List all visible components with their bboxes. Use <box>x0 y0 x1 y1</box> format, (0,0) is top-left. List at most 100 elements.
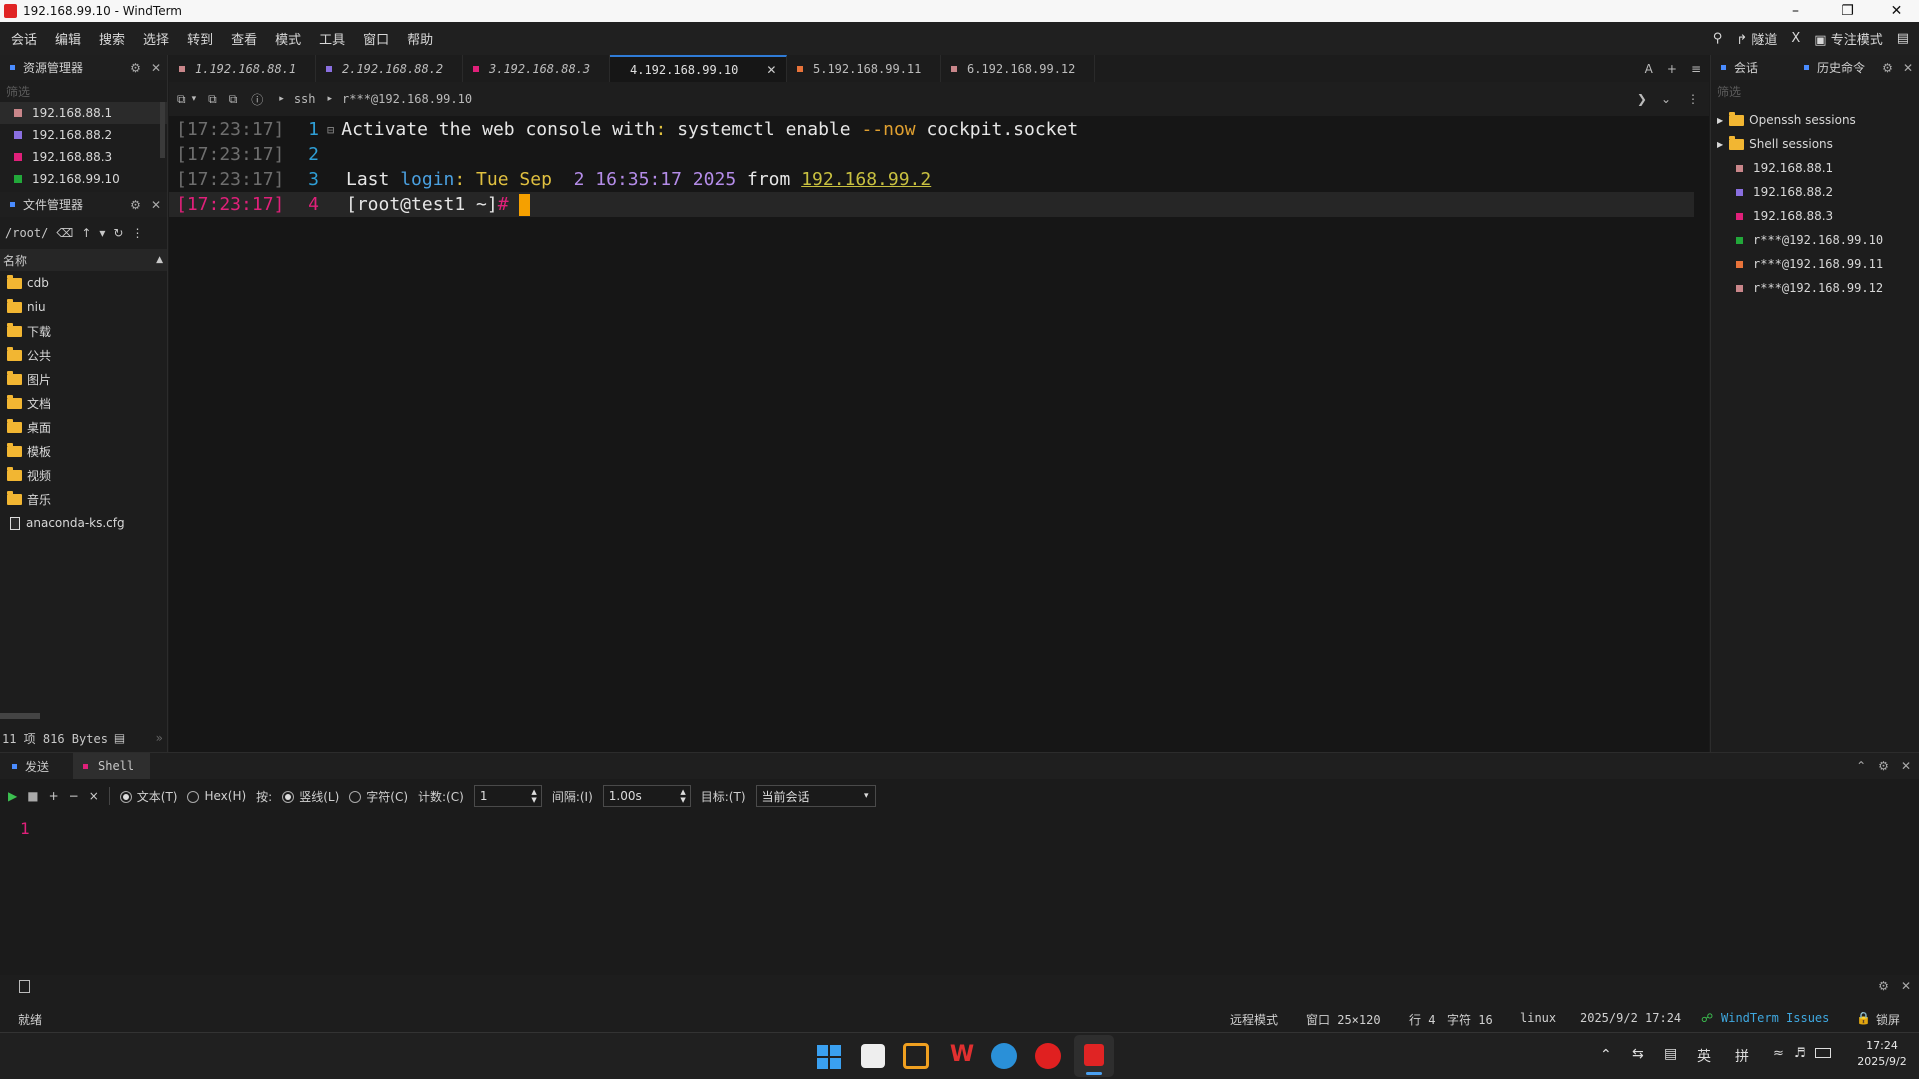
column-header-name[interactable]: 名称 ▲ <box>0 249 167 271</box>
tree-session-item[interactable]: 192.168.88.2 <box>1711 180 1919 204</box>
windterm-taskbar-button[interactable] <box>1074 1035 1114 1077</box>
more-icon[interactable]: ⋮ <box>131 226 143 240</box>
terminal-sync-icon[interactable]: ▤ <box>114 731 125 745</box>
refresh-icon[interactable]: ↻ <box>113 226 123 240</box>
transfer-icon[interactable]: ⇆ <box>1632 1046 1644 1062</box>
windterm-issues-link[interactable]: WindTerm Issues <box>1721 1011 1829 1025</box>
tree-session-item[interactable]: r***@192.168.99.10 <box>1711 228 1919 252</box>
close-icon[interactable]: ✕ <box>1901 759 1911 773</box>
ip-link[interactable]: 192.168.99.2 <box>801 169 931 190</box>
path-input[interactable]: /root/ <box>5 226 48 240</box>
netease-music-icon[interactable] <box>1035 1043 1061 1069</box>
tab-list-button[interactable]: ≡ <box>1691 62 1701 76</box>
radio-hex[interactable]: Hex(H) <box>187 789 246 803</box>
remove-icon[interactable]: − <box>69 789 79 803</box>
chevron-up-icon[interactable]: ⌃ <box>1600 1047 1612 1063</box>
tree-session-item[interactable]: 192.168.88.1 <box>1711 156 1919 180</box>
chevron-down-icon[interactable]: ▾ <box>192 94 197 104</box>
volume-icon[interactable]: ♬ <box>1794 1046 1806 1061</box>
windows-start-icon[interactable] <box>817 1045 841 1069</box>
file-list-item[interactable]: 桌面 <box>0 415 167 439</box>
tab-font-button[interactable]: A <box>1645 62 1653 76</box>
tree-session-item[interactable]: 192.168.88.3 <box>1711 204 1919 228</box>
explorer-session-item[interactable]: 192.168.88.3 <box>0 146 167 168</box>
lock-screen-button[interactable]: 锁屏 <box>1876 1011 1900 1028</box>
gear-icon[interactable]: ⚙ <box>1878 759 1889 773</box>
tab-history[interactable]: 历史命令 <box>1817 59 1865 76</box>
breadcrumb-protocol[interactable]: ssh <box>294 92 316 106</box>
file-list-item[interactable]: niu <box>0 295 167 319</box>
gear-icon[interactable]: ⚙ <box>1878 979 1889 993</box>
file-list-item[interactable]: cdb <box>0 271 167 295</box>
tab-shell[interactable]: Shell <box>73 753 151 779</box>
tab-session-6[interactable]: 6.192.168.99.12 <box>941 55 1095 82</box>
new-tab-button[interactable]: + <box>1667 62 1677 76</box>
tab-session-2[interactable]: 2.192.168.88.2 <box>316 55 463 82</box>
file-list-item[interactable]: anaconda-ks.cfg <box>0 511 167 535</box>
ime-lang-indicator[interactable]: 英 <box>1697 1046 1711 1066</box>
x-button[interactable]: X <box>1791 31 1800 46</box>
notion-icon[interactable] <box>861 1044 885 1068</box>
chevron-down-icon[interactable]: ⌄ <box>1661 92 1671 106</box>
status-mode[interactable]: 远程模式 <box>1230 1011 1278 1028</box>
menu-session[interactable]: 会话 <box>0 29 46 48</box>
clear-icon[interactable]: × <box>89 789 99 803</box>
tree-session-item[interactable]: r***@192.168.99.11 <box>1711 252 1919 276</box>
menu-help[interactable]: 帮助 <box>398 29 442 48</box>
explorer-session-item[interactable]: 192.168.99.10 <box>0 168 167 190</box>
stepper-arrows-icon[interactable]: ▲ ▼ <box>680 788 685 804</box>
close-icon[interactable]: ✕ <box>1901 979 1911 993</box>
explorer-session-item[interactable]: 192.168.88.1 <box>0 102 167 124</box>
file-list-item[interactable]: 模板 <box>0 439 167 463</box>
more-icon[interactable]: ⋮ <box>1687 92 1699 106</box>
ime-mode-indicator[interactable]: 拼 <box>1735 1046 1749 1066</box>
breadcrumb-target[interactable]: r***@192.168.99.10 <box>342 92 472 106</box>
edge-browser-icon[interactable] <box>991 1043 1017 1069</box>
menu-goto[interactable]: 转到 <box>178 29 222 48</box>
file-list-item[interactable]: 公共 <box>0 343 167 367</box>
explorer-scrollbar[interactable] <box>160 102 165 158</box>
menu-search[interactable]: 搜索 <box>90 29 134 48</box>
tab-session-1[interactable]: 1.192.168.88.1 <box>169 55 316 82</box>
menu-edit[interactable]: 编辑 <box>46 29 90 48</box>
menu-tools[interactable]: 工具 <box>310 29 354 48</box>
tab-session-5[interactable]: 5.192.168.99.11 <box>787 55 941 82</box>
interval-stepper[interactable]: 1.00s ▲ ▼ <box>602 785 691 807</box>
tree-group-shell[interactable]: ▶ Shell sessions <box>1711 132 1919 156</box>
info-icon[interactable]: ⓘ <box>251 91 263 108</box>
radio-text[interactable]: 文本(T) <box>119 788 177 805</box>
session-filter-input[interactable]: 筛选 <box>1711 80 1919 102</box>
gear-icon[interactable]: ⚙ <box>130 198 141 212</box>
file-list-item[interactable]: 图片 <box>0 367 167 391</box>
close-icon[interactable]: ✕ <box>1903 61 1913 75</box>
terminal-view[interactable]: [17:23:17] 1 ⊟ Activate the web console … <box>169 116 1709 752</box>
menu-mode[interactable]: 模式 <box>266 29 310 48</box>
close-icon[interactable]: ✕ <box>151 198 161 212</box>
count-stepper[interactable]: 1 ▲ ▼ <box>473 785 542 807</box>
wps-icon[interactable]: W <box>947 1042 977 1072</box>
tunnel-button[interactable]: ↱ 隧道 <box>1736 29 1777 48</box>
horizontal-scrollbar[interactable] <box>0 713 40 719</box>
tree-group-openssh[interactable]: ▶ Openssh sessions <box>1711 108 1919 132</box>
close-icon[interactable]: ✕ <box>151 61 161 75</box>
radio-char[interactable]: 字符(C) <box>349 788 408 805</box>
minimize-button[interactable]: – <box>1773 0 1818 22</box>
search-icon[interactable]: ⚲ <box>1713 31 1723 46</box>
stepper-arrows-icon[interactable]: ▲ ▼ <box>531 788 536 804</box>
tab-send[interactable]: 发送 <box>25 758 73 775</box>
menu-view[interactable]: 查看 <box>222 29 266 48</box>
clock[interactable]: 17:24 2025/9/2 <box>1852 1039 1912 1068</box>
target-select[interactable]: 当前会话 ▾ <box>755 785 876 807</box>
layout-icon[interactable]: ▤ <box>1897 31 1909 46</box>
file-list-item[interactable]: 文档 <box>0 391 167 415</box>
gear-icon[interactable]: ⚙ <box>130 61 141 75</box>
wifi-icon[interactable]: ≈ <box>1773 1046 1784 1061</box>
status-window-size[interactable]: 窗口 25×120 <box>1306 1011 1381 1028</box>
status-row[interactable]: 行 4 <box>1409 1011 1435 1028</box>
gear-icon[interactable]: ⚙ <box>1882 61 1893 75</box>
output-panel-icon[interactable] <box>19 980 30 993</box>
battery-icon[interactable] <box>1815 1048 1831 1058</box>
tab-session-3[interactable]: 3.192.168.88.3 <box>463 55 610 82</box>
focus-mode-button[interactable]: ▣ 专注模式 <box>1814 29 1882 48</box>
chevron-down-icon[interactable]: ▾ <box>99 226 105 240</box>
